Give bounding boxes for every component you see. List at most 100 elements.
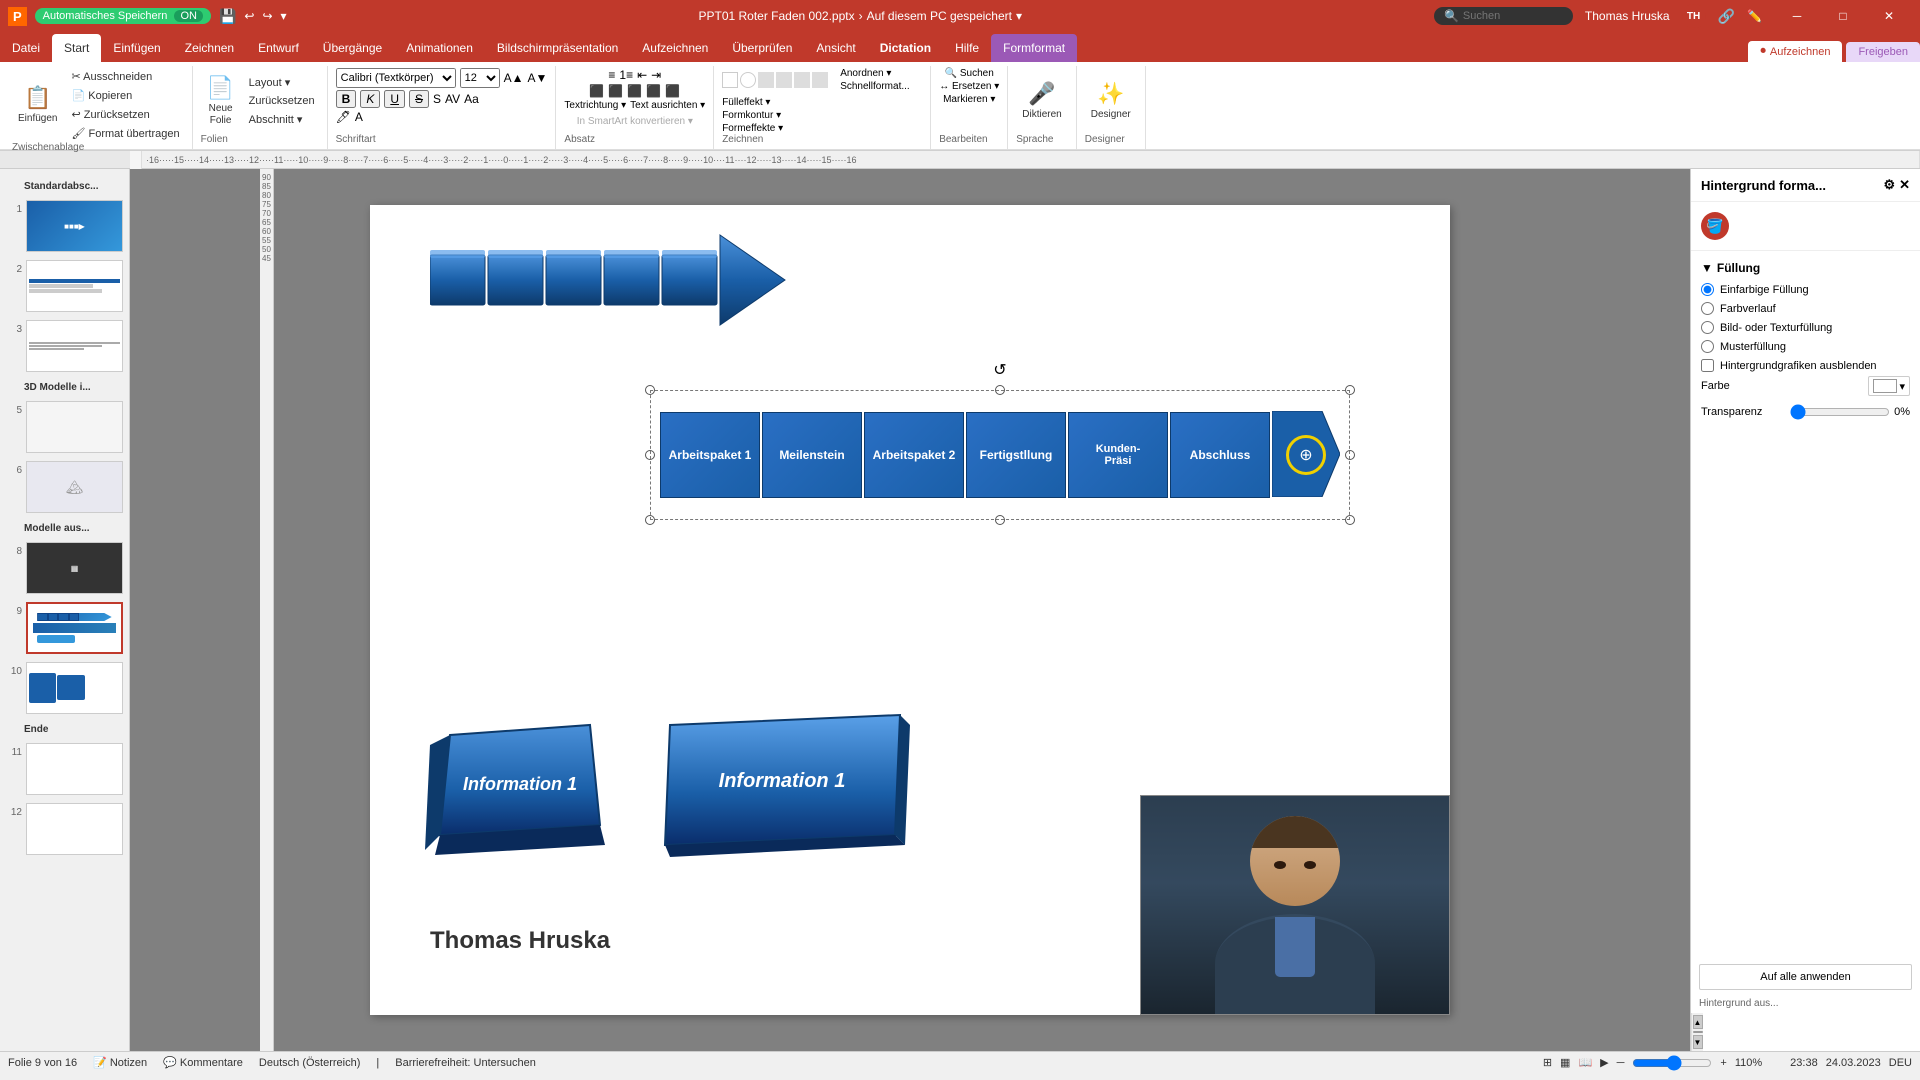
transparenz-slider[interactable]: [1790, 404, 1890, 420]
fuellung-header[interactable]: ▼ Füllung: [1701, 261, 1910, 275]
slide-thumb-10[interactable]: 10: [4, 660, 125, 716]
underline-btn[interactable]: U: [384, 90, 405, 108]
top-3d-arrow[interactable]: [430, 225, 790, 338]
zuruecksetzen-btn[interactable]: ↩ Zurücksetzen: [67, 106, 183, 123]
maximize-button[interactable]: □: [1820, 0, 1866, 32]
formeffekte-btn[interactable]: Formeffekte ▾: [722, 123, 783, 134]
comments-btn[interactable]: 💬 Kommentare: [163, 1056, 243, 1069]
scroll-thumb[interactable]: [1693, 1031, 1703, 1033]
toolbar-save-icon[interactable]: 💾: [219, 8, 236, 25]
ersetzen-btn[interactable]: ↔ Ersetzen ▾: [939, 81, 999, 92]
tab-datei[interactable]: Datei: [0, 34, 52, 62]
bold-btn[interactable]: B: [336, 90, 357, 108]
view-normal-btn[interactable]: ⊞: [1543, 1056, 1552, 1069]
right-scrollbar[interactable]: ▲ ▼: [1691, 1013, 1703, 1051]
scroll-up-btn[interactable]: ▲: [1693, 1015, 1703, 1029]
handle-bm[interactable]: [995, 515, 1005, 525]
radio-einfach[interactable]: [1701, 283, 1714, 296]
view-reading-btn[interactable]: 📖: [1578, 1056, 1592, 1069]
autosave-toggle[interactable]: Automatisches Speichern ON: [35, 8, 211, 24]
formkontur-btn[interactable]: Formkontur ▾: [722, 110, 783, 121]
ausschneiden-btn[interactable]: ✂ Ausschneiden: [67, 68, 183, 85]
aufzeichnen-btn[interactable]: ⏺ Aufzeichnen: [1748, 41, 1842, 62]
justify-btn[interactable]: ⬛: [646, 84, 661, 98]
align-left-btn[interactable]: ⬛: [589, 84, 604, 98]
flow-item-ap2[interactable]: Arbeitspaket 2: [864, 412, 964, 498]
tab-einfuegen[interactable]: Einfügen: [101, 34, 172, 62]
text-ausrichten-btn[interactable]: Text ausrichten ▾: [630, 100, 705, 111]
align-right-btn[interactable]: ⬛: [627, 84, 642, 98]
shape-arrow[interactable]: [776, 72, 792, 88]
color-picker-btn[interactable]: ▾: [1868, 376, 1910, 396]
slide-thumb-1[interactable]: 1 ■■■▶: [4, 198, 125, 254]
slide-thumb-3[interactable]: 3: [4, 318, 125, 374]
language-label[interactable]: Deutsch (Österreich): [259, 1057, 360, 1069]
info-btn-1[interactable]: Information 1: [420, 705, 620, 865]
tab-ansicht[interactable]: Ansicht: [804, 34, 867, 62]
handle-ml[interactable]: [645, 450, 655, 460]
flow-item-ap1[interactable]: Arbeitspaket 1: [660, 412, 760, 498]
shape-more[interactable]: [812, 72, 828, 88]
tab-aufzeichnen[interactable]: Aufzeichnen: [630, 34, 720, 62]
toolbar-undo-icon[interactable]: ↩: [244, 9, 254, 23]
designer-btn[interactable]: ✨ Designer: [1085, 71, 1137, 131]
numbered-btn[interactable]: 1≡: [619, 68, 633, 82]
rotate-handle[interactable]: ↺: [993, 360, 1006, 380]
handle-br[interactable]: [1345, 515, 1355, 525]
handle-tm[interactable]: [995, 385, 1005, 395]
layout-btn[interactable]: Layout ▾: [245, 74, 319, 91]
info-btn-2[interactable]: Information 1: [660, 705, 910, 865]
quick-access-more[interactable]: ▾: [281, 9, 287, 23]
fuelleffekt-btn[interactable]: Fülleffekt ▾: [722, 97, 783, 108]
handle-tr[interactable]: [1345, 385, 1355, 395]
checkbox-hintergrund[interactable]: [1701, 359, 1714, 372]
slide-thumb-5[interactable]: 5: [4, 399, 125, 455]
flow-item-kund[interactable]: Kunden-Präsi: [1068, 412, 1168, 498]
tab-uebergaenge[interactable]: Übergänge: [311, 34, 394, 62]
slide-thumb-6[interactable]: 6 🏔: [4, 459, 125, 515]
process-flow-container[interactable]: ↺ Arbeitspaket 1 Meilenstein Arbeitspake…: [650, 390, 1350, 520]
diktieren-btn[interactable]: 🎤 Diktieren: [1016, 71, 1067, 131]
search-input[interactable]: [1463, 10, 1563, 22]
strikethrough-btn[interactable]: S: [409, 90, 429, 108]
radio-muster[interactable]: [1701, 340, 1714, 353]
radio-farbverlauf[interactable]: [1701, 302, 1714, 315]
accessibility-label[interactable]: Barrierefreiheit: Untersuchen: [395, 1057, 536, 1069]
view-slide-btn[interactable]: ▦: [1560, 1056, 1570, 1069]
font-color-btn[interactable]: A: [355, 110, 363, 124]
tab-formformat[interactable]: Formformat: [991, 34, 1077, 62]
bullets-btn[interactable]: ≡: [608, 68, 615, 82]
pen-icon[interactable]: ✏️: [1747, 9, 1762, 23]
panel-close-icon[interactable]: ✕: [1899, 177, 1910, 193]
slide-thumb-8[interactable]: 8 ▦: [4, 540, 125, 596]
indent-less-btn[interactable]: ⇤: [637, 68, 647, 82]
apply-all-button[interactable]: Auf alle anwenden: [1699, 964, 1912, 990]
tab-start[interactable]: Start: [52, 34, 101, 62]
abschnitt-btn[interactable]: Abschnitt ▾: [245, 111, 319, 128]
anordnen-btn[interactable]: Anordnen ▾: [840, 68, 909, 79]
einfuegen-btn[interactable]: 📋 Einfügen: [12, 75, 63, 135]
tab-animationen[interactable]: Animationen: [394, 34, 485, 62]
markieren-btn[interactable]: Markieren ▾: [943, 94, 995, 105]
tab-dictation[interactable]: Dictation: [868, 34, 943, 62]
highlight-btn[interactable]: 🖊: [336, 110, 351, 124]
format-uebertragen-btn[interactable]: 🖌 Format übertragen: [67, 125, 183, 142]
neue-folie-btn[interactable]: 📄 NeueFolie: [201, 71, 241, 131]
search-box[interactable]: 🔍: [1434, 7, 1573, 25]
textrichtung-btn[interactable]: Textrichtung ▾: [564, 100, 626, 111]
shape-tri[interactable]: [758, 72, 774, 88]
columns-btn[interactable]: ⬛: [665, 84, 680, 98]
slide-thumb-12[interactable]: 12: [4, 801, 125, 857]
slide-thumb-11[interactable]: 11: [4, 741, 125, 797]
shape-line[interactable]: [794, 72, 810, 88]
scroll-down-btn[interactable]: ▼: [1693, 1035, 1703, 1049]
toolbar-redo-icon[interactable]: ↪: [262, 9, 272, 23]
slide-thumb-2[interactable]: 2: [4, 258, 125, 314]
flow-arrow-container[interactable]: ⊕: [1272, 411, 1340, 500]
align-center-btn[interactable]: ⬛: [608, 84, 623, 98]
suchen-btn[interactable]: 🔍 Suchen: [945, 68, 994, 79]
smartart-btn[interactable]: In SmartArt konvertieren ▾: [577, 116, 693, 127]
handle-mr[interactable]: [1345, 450, 1355, 460]
location-dropdown-icon[interactable]: ▾: [1016, 9, 1022, 23]
tab-bildschirm[interactable]: Bildschirmpräsentation: [485, 34, 630, 62]
